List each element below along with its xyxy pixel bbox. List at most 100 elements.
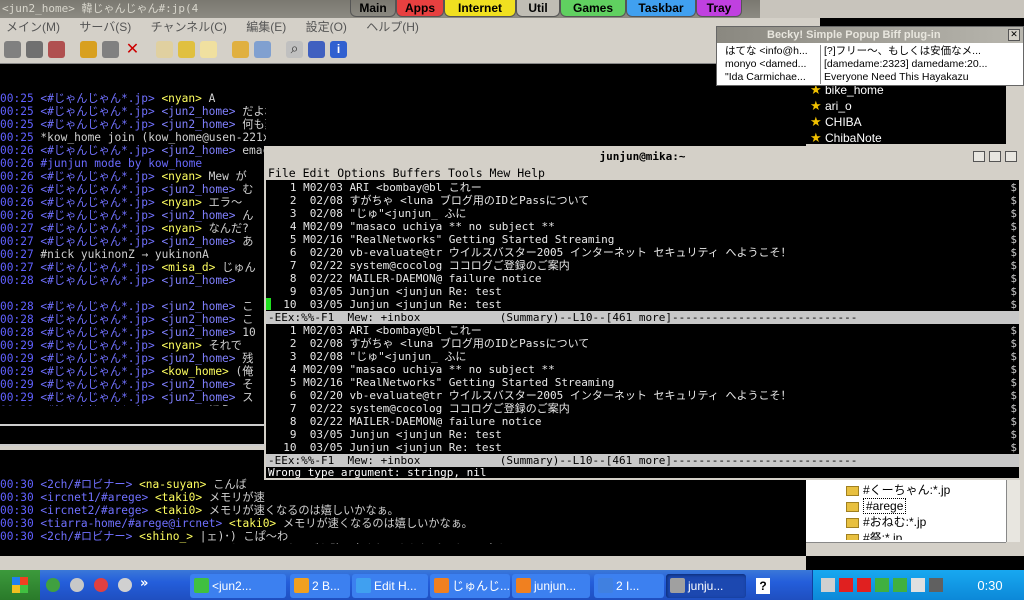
timestamp: 00:26 xyxy=(0,157,41,170)
message-summary-line[interactable]: 6 02/20 vb-evaluate@tr ウイルスバスター2005 インター… xyxy=(270,389,1012,402)
tray-icon[interactable] xyxy=(839,578,853,592)
channel-name: <ircnet1/#arege> xyxy=(40,491,155,504)
info-icon[interactable]: i xyxy=(330,41,347,58)
tray-icon[interactable] xyxy=(875,578,889,592)
message-summary-line[interactable]: 2 02/08 すがちゃ <luna ブログ用のIDとPassについて xyxy=(270,194,1012,207)
taskbar-button[interactable]: junjun... xyxy=(512,574,590,598)
tray-icon[interactable] xyxy=(911,578,925,592)
message-summary-line[interactable]: 10 03/05 Junjun <junjun Re: test xyxy=(270,441,1012,454)
channel-icon[interactable] xyxy=(102,41,119,58)
popup-row[interactable]: "Ida Carmichae... Everyone Need This Haya… xyxy=(723,71,1017,84)
settings-icon[interactable] xyxy=(308,41,325,58)
close-icon[interactable] xyxy=(1005,151,1017,162)
server-icon[interactable] xyxy=(26,41,43,58)
disconnect-icon[interactable] xyxy=(48,41,65,58)
channel-name: <#じゃんじゃん*.jp> xyxy=(40,183,162,196)
lock-icon[interactable] xyxy=(178,41,195,58)
message-text: 10 xyxy=(242,326,256,339)
app-icon[interactable] xyxy=(94,578,108,592)
menu-help[interactable]: ヘルプ(H) xyxy=(366,20,419,34)
menu-edit[interactable]: 編集(E) xyxy=(246,20,286,34)
message-summary-line[interactable]: 5 M02/16 "RealNetworks" Getting Started … xyxy=(270,376,1012,389)
tab-games[interactable]: Games xyxy=(560,0,626,17)
message-summary-line[interactable]: 5 M02/16 "RealNetworks" Getting Started … xyxy=(270,233,1012,246)
tab-main[interactable]: Main xyxy=(350,0,396,17)
tree-item[interactable]: ★ CHIBA xyxy=(810,114,862,130)
taskbar-button[interactable]: 2 I... xyxy=(594,574,664,598)
search-icon[interactable]: ⌕ xyxy=(286,41,303,58)
irc-input[interactable] xyxy=(0,424,266,446)
start-button[interactable] xyxy=(0,570,40,600)
star-icon: ★ xyxy=(810,114,822,129)
clipboard-icon[interactable] xyxy=(200,41,217,58)
chevron-right-icon[interactable]: » xyxy=(140,576,154,592)
tree-item[interactable]: #arege xyxy=(846,498,907,514)
tree-item[interactable]: ★ ChibaNote xyxy=(810,130,882,146)
tray-icon[interactable] xyxy=(857,578,871,592)
message-summary-line[interactable]: 9 03/05 Junjun <junjun Re: test xyxy=(270,428,1012,441)
folder-icon xyxy=(846,533,859,540)
tab-apps[interactable]: Apps xyxy=(396,0,444,17)
message-summary-line[interactable]: 1 M02/03 ARI <bombay@bl これー xyxy=(270,324,1012,337)
nick: <jun2_home> xyxy=(161,391,243,404)
taskbar-button[interactable]: Edit H... xyxy=(352,574,428,598)
app-icon[interactable] xyxy=(70,578,84,592)
message-summary-line[interactable]: 9 03/05 Junjun <junjun Re: test xyxy=(270,285,1012,298)
close-icon[interactable]: ✕ xyxy=(1008,29,1020,41)
tree-item[interactable]: #おねむ:*.jp xyxy=(846,514,926,530)
maximize-icon[interactable] xyxy=(989,151,1001,162)
channel-name: <#じゃんじゃん*.jp> xyxy=(40,404,161,406)
emacs-menu[interactable]: File Edit Options Buffers Tools Mew Help xyxy=(266,166,1019,180)
tray-icon[interactable] xyxy=(893,578,907,592)
message-summary-line[interactable]: 1 M02/03 ARI <bombay@bl これー xyxy=(270,181,1012,194)
help-icon[interactable]: ? xyxy=(756,578,770,594)
close-icon[interactable]: ✕ xyxy=(124,41,141,58)
app-icon[interactable] xyxy=(46,578,60,592)
tab-taskbar[interactable]: Taskbar xyxy=(626,0,696,17)
horizontal-scrollbar[interactable] xyxy=(806,542,1006,554)
tab-tray[interactable]: Tray xyxy=(696,0,742,17)
menu-channel[interactable]: チャンネル(C) xyxy=(151,20,227,34)
tree-item[interactable]: #祭:*.jp xyxy=(846,530,902,540)
channel-name: <#じゃんじゃん*.jp> xyxy=(40,339,162,352)
minimize-icon[interactable] xyxy=(973,151,985,162)
tree-item[interactable]: #くーちゃん:*.jp xyxy=(846,482,950,498)
truncation-marker: $ xyxy=(1010,428,1017,441)
menu-main[interactable]: メイン(M) xyxy=(6,20,60,34)
tree-item[interactable]: ★ ari_o xyxy=(810,98,852,114)
message-summary-line[interactable]: 6 02/20 vb-evaluate@tr ウイルスバスター2005 インター… xyxy=(270,246,1012,259)
tab-internet[interactable]: Internet xyxy=(444,0,516,17)
export-icon[interactable] xyxy=(232,41,249,58)
connect-icon[interactable] xyxy=(4,41,21,58)
summary-pane-top[interactable]: 1 M02/03 ARI <bombay@bl これー $ 2 02/08 すがち… xyxy=(266,181,1019,311)
message-summary-line[interactable]: 7 02/22 system@cocolog ココログご登録のご案内 xyxy=(270,259,1012,272)
popup-row[interactable]: monyo <damed... [damedame:2323] damedame:… xyxy=(723,58,1017,71)
mode-line: -EEx:%%-F1 Mew: +inbox (Summary)--L10--[… xyxy=(266,311,1019,324)
menu-server[interactable]: サーバ(S) xyxy=(79,20,131,34)
taskbar-button[interactable]: <jun2... xyxy=(190,574,286,598)
message-summary-line[interactable]: 3 02/08 "じゅ"<junjun_ ふに xyxy=(270,207,1012,220)
message-summary-line[interactable]: 3 02/08 "じゅ"<junjun_ ふに xyxy=(270,350,1012,363)
message-summary-line[interactable]: 2 02/08 すがちゃ <luna ブログ用のIDとPassについて xyxy=(270,337,1012,350)
tray-icon[interactable] xyxy=(929,578,943,592)
document-icon[interactable] xyxy=(254,41,271,58)
edit-icon[interactable] xyxy=(156,41,173,58)
message-summary-line[interactable]: 4 M02/09 "masaco uchiya ** no subject ** xyxy=(270,363,1012,376)
message-summary-line[interactable]: 8 02/22 MAILER-DAEMON@ failure notice xyxy=(270,272,1012,285)
taskbar-button[interactable]: 2 B... xyxy=(290,574,350,598)
menu-settings[interactable]: 設定(O) xyxy=(306,20,347,34)
message-summary-line[interactable]: 4 M02/09 "masaco uchiya ** no subject ** xyxy=(270,220,1012,233)
app-icon[interactable] xyxy=(118,578,132,592)
popup-row[interactable]: はてな <info@h... [?]フリー〜、もしくは安価なメ... xyxy=(723,45,1017,58)
message-summary-line[interactable]: 8 02/22 MAILER-DAEMON@ failure notice xyxy=(270,415,1012,428)
message-summary-line[interactable]: 10 03/05 Junjun <junjun Re: test xyxy=(270,298,1012,311)
taskbar-button[interactable]: じゅんじ... xyxy=(430,574,510,598)
taskbar-button[interactable]: junju... xyxy=(666,574,746,598)
folder-icon[interactable] xyxy=(80,41,97,58)
summary-pane-bottom[interactable]: 1 M02/03 ARI <bombay@bl これー $ 2 02/08 すがち… xyxy=(266,324,1019,454)
tab-util[interactable]: Util xyxy=(516,0,560,17)
vertical-scrollbar[interactable] xyxy=(1006,480,1020,542)
tray-icon[interactable] xyxy=(821,578,835,592)
timestamp: 00:29 xyxy=(0,404,40,406)
message-summary-line[interactable]: 7 02/22 system@cocolog ココログご登録のご案内 xyxy=(270,402,1012,415)
